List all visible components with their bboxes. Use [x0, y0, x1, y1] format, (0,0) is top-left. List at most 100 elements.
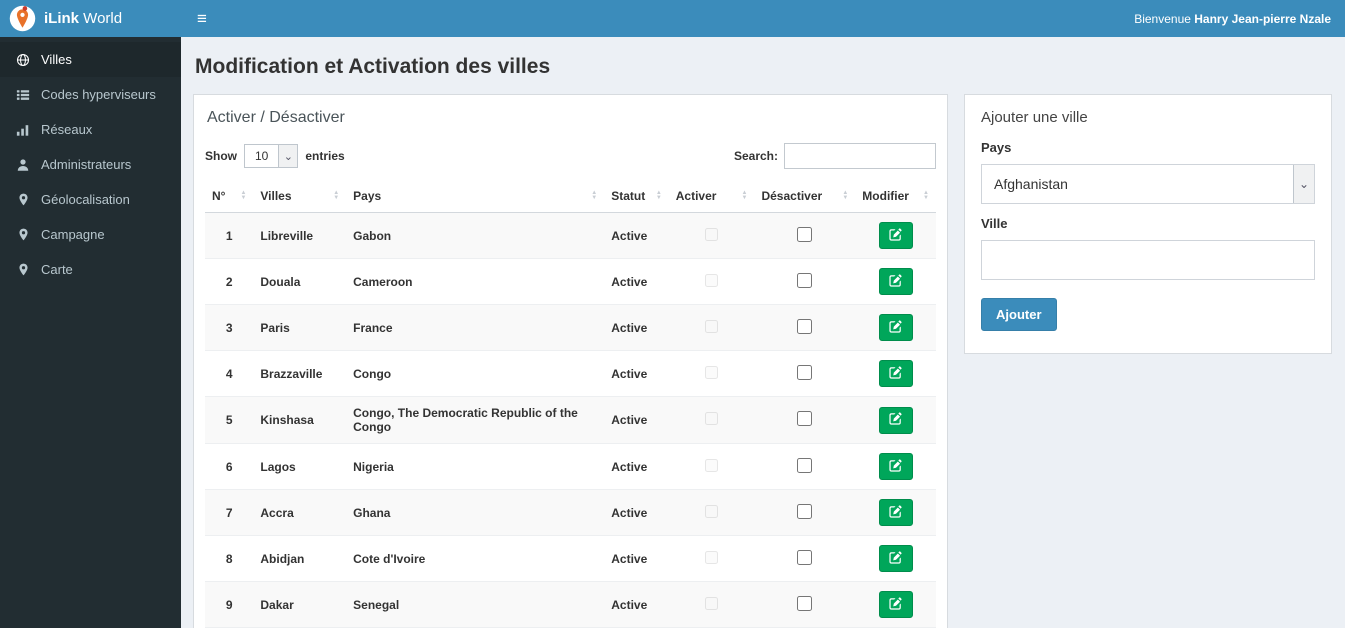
edit-icon — [889, 596, 902, 613]
sidebar-item-label: Administrateurs — [41, 157, 132, 172]
cell-pays: Cote d'Ivoire — [346, 535, 605, 582]
entries-select-value: 10 — [255, 149, 269, 163]
modifier-button[interactable] — [878, 545, 913, 572]
search-input[interactable] — [784, 143, 936, 169]
activer-checkbox — [705, 227, 719, 241]
column-header-villes[interactable]: Villes ▲ ▼ — [253, 181, 347, 213]
brand-title: iLink World — [44, 10, 123, 27]
desactiver-checkbox[interactable] — [797, 272, 813, 288]
list-icon — [15, 88, 31, 102]
entries-select[interactable]: 10 ⌄ — [244, 144, 299, 168]
pays-select-value: Afghanistan — [994, 176, 1068, 192]
cell-numero: 6 — [205, 443, 254, 490]
cell-ville: Dakar — [253, 581, 347, 628]
sidebar-item-label: Carte — [41, 262, 73, 277]
modifier-button[interactable] — [878, 222, 913, 249]
cell-ville: Kinshasa — [253, 396, 347, 444]
cell-statut: Active — [604, 489, 669, 536]
cell-numero: 1 — [205, 212, 254, 259]
desactiver-checkbox[interactable] — [797, 364, 813, 380]
desactiver-checkbox[interactable] — [797, 411, 813, 426]
sidebar-item-codes-hyperviseurs[interactable]: Codes hyperviseurs — [0, 77, 181, 112]
cell-ville: Libreville — [253, 212, 347, 259]
column-header-modifier[interactable]: Modifier ▲ ▼ — [855, 181, 936, 213]
sidebar-item-label: Campagne — [41, 227, 105, 242]
column-header-activer[interactable]: Activer ▲ ▼ — [668, 181, 755, 213]
activer-checkbox — [705, 596, 719, 610]
cell-pays: Ghana — [346, 489, 605, 536]
column-header-n[interactable]: N° ▲ ▼ — [205, 181, 254, 213]
cell-numero: 5 — [205, 396, 254, 444]
desactiver-checkbox[interactable] — [797, 318, 813, 334]
pays-label: Pays — [981, 140, 1012, 155]
map-marker-icon — [15, 193, 31, 206]
desactiver-checkbox[interactable] — [797, 549, 813, 565]
ajouter-button[interactable]: Ajouter — [981, 298, 1057, 331]
column-header-label: N° — [212, 189, 226, 203]
cell-numero: 2 — [205, 258, 254, 305]
activer-checkbox — [705, 319, 719, 333]
edit-icon — [889, 550, 902, 567]
cell-ville: Lagos — [253, 443, 347, 490]
cell-statut: Active — [604, 350, 669, 397]
sort-icon: ▲ ▼ — [591, 190, 598, 201]
cell-ville: Accra — [253, 489, 347, 536]
sidebar-item-administrateurs[interactable]: Administrateurs — [0, 147, 181, 182]
cell-ville: Douala — [253, 258, 347, 305]
activer-checkbox — [705, 412, 719, 425]
panel-title: Activer / Désactiver — [207, 109, 345, 126]
sidebar-item-carte[interactable]: Carte — [0, 252, 181, 287]
modifier-button[interactable] — [878, 268, 913, 295]
column-header-desactiver[interactable]: Désactiver ▲ ▼ — [754, 181, 856, 213]
desactiver-checkbox[interactable] — [797, 226, 813, 242]
modifier-button[interactable] — [878, 406, 913, 434]
desactiver-checkbox[interactable] — [797, 503, 813, 519]
cell-numero: 3 — [205, 304, 254, 351]
cell-pays: Senegal — [346, 581, 605, 628]
table-row: 9 Dakar Senegal Active — [205, 581, 936, 628]
edit-icon — [889, 365, 902, 382]
sort-icon: ▲ ▼ — [240, 190, 247, 201]
column-header-statut[interactable]: Statut ▲ ▼ — [604, 181, 669, 213]
sort-icon: ▲ ▼ — [842, 190, 849, 201]
app-window: iLink World ≡ Bienvenue Hanry Jean-pierr… — [0, 0, 1345, 628]
modifier-button[interactable] — [878, 314, 913, 341]
sidebar-item-reseaux[interactable]: Réseaux — [0, 112, 181, 147]
desactiver-checkbox[interactable] — [797, 595, 813, 611]
table-body: 1 Libreville Gabon Active 2 Douala Cameroon Act… — [205, 212, 936, 628]
edit-icon — [889, 504, 902, 521]
brand[interactable]: iLink World — [0, 0, 181, 37]
entries-label: entries — [305, 149, 345, 163]
cell-pays: Nigeria — [346, 443, 605, 490]
add-ville-panel: Ajouter une ville Pays Afghanistan ⌄ Vil… — [964, 94, 1332, 354]
app-logo-icon — [9, 5, 36, 32]
column-header-pays[interactable]: Pays ▲ ▼ — [346, 181, 605, 213]
edit-icon — [889, 319, 902, 336]
sidebar-item-geolocalisation[interactable]: Géolocalisation — [0, 182, 181, 217]
villes-table: N° ▲ ▼ Villes ▲ ▼ Pays ▲ ▼ Statut ▲ ▼ Activer ▲ ▼ Désac… — [205, 181, 936, 628]
sidebar-item-label: Codes hyperviseurs — [41, 87, 156, 102]
cell-numero: 4 — [205, 350, 254, 397]
column-header-label: Statut — [611, 189, 646, 203]
sidebar-item-campagne[interactable]: Campagne — [0, 217, 181, 252]
sort-icon: ▲ ▼ — [923, 190, 929, 201]
modifier-button[interactable] — [878, 360, 913, 387]
map-marker-icon — [15, 228, 31, 241]
modifier-button[interactable] — [878, 499, 913, 526]
table-length-control: Show 10 ⌄ entries — [205, 144, 345, 168]
cell-statut: Active — [604, 258, 669, 305]
table-search-control: Search: — [734, 143, 936, 169]
table-header-row: N° ▲ ▼ Villes ▲ ▼ Pays ▲ ▼ Statut ▲ ▼ Activer ▲ ▼ Désac… — [205, 181, 936, 213]
hamburger-icon: ≡ — [197, 8, 207, 28]
globe-icon — [15, 53, 31, 67]
pays-select[interactable]: Afghanistan ⌄ — [981, 164, 1315, 204]
modifier-button[interactable] — [878, 591, 913, 618]
modifier-button[interactable] — [878, 453, 913, 480]
cell-ville: Paris — [253, 304, 347, 351]
cell-pays: Cameroon — [346, 258, 605, 305]
top-nav: ≡ Bienvenue Hanry Jean-pierre Nzale — [181, 0, 1345, 37]
desactiver-checkbox[interactable] — [797, 457, 813, 473]
ville-input[interactable] — [981, 240, 1315, 280]
sidebar-toggle-button[interactable]: ≡ — [181, 0, 223, 37]
sidebar-item-villes[interactable]: Villes — [0, 42, 181, 77]
